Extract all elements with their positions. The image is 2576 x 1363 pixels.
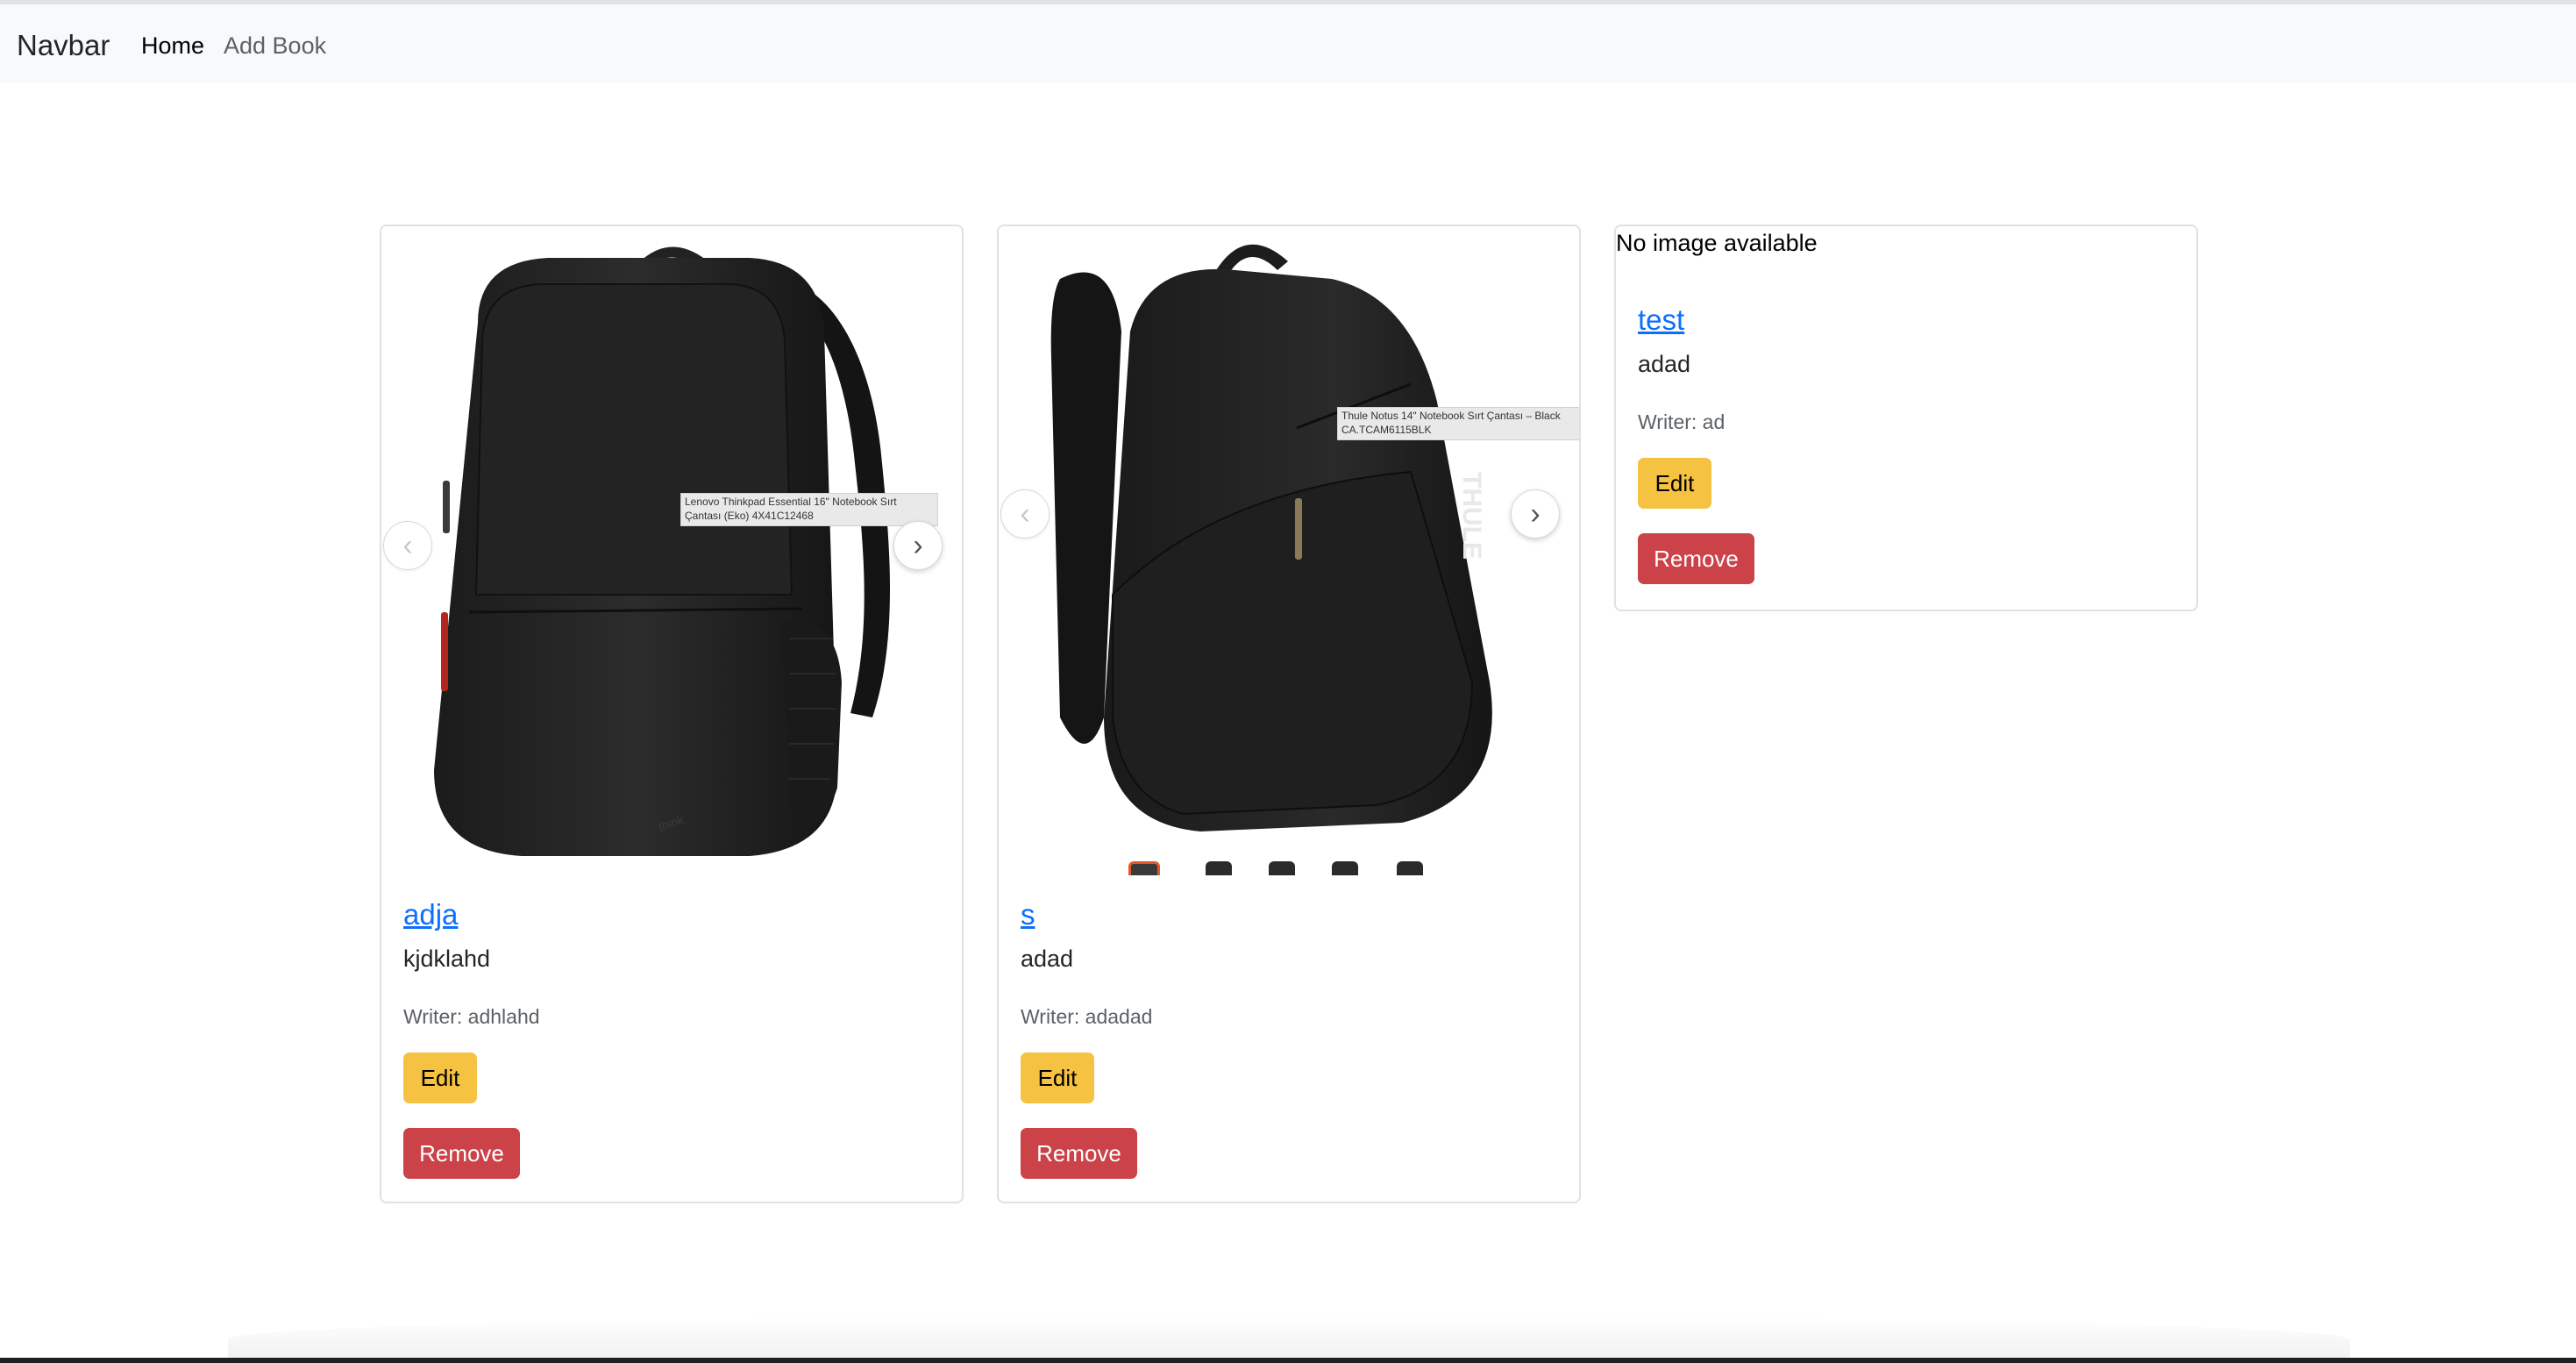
- edit-button[interactable]: Edit: [403, 1053, 477, 1103]
- image-carousel: THULE Thule Notus 14" Notebook Sırt Çant…: [999, 226, 1579, 875]
- remove-button[interactable]: Remove: [1021, 1128, 1137, 1179]
- edit-button[interactable]: Edit: [1638, 458, 1711, 509]
- book-writer: Writer: ad: [1638, 410, 1726, 433]
- book-writer: Writer: adhlahd: [403, 1005, 540, 1028]
- edit-button[interactable]: Edit: [1021, 1053, 1094, 1103]
- remove-button[interactable]: Remove: [403, 1128, 520, 1179]
- book-card: think Lenovo Thinkpad Essential 16" Note…: [380, 225, 964, 1203]
- thumbnail[interactable]: [1332, 861, 1358, 875]
- book-title-link[interactable]: s: [1021, 898, 1035, 931]
- thumbnail[interactable]: [1397, 861, 1423, 875]
- window-bottom-border: [0, 1358, 2576, 1363]
- nav-link-add-book[interactable]: Add Book: [224, 32, 326, 60]
- carousel-thumbnails: [1128, 856, 1462, 875]
- book-title-link[interactable]: test: [1638, 303, 1684, 337]
- nav-link-home[interactable]: Home: [141, 32, 204, 60]
- thumbnail[interactable]: [1128, 861, 1160, 875]
- image-tooltip: Thule Notus 14" Notebook Sırt Çantası – …: [1337, 407, 1579, 440]
- chevron-left-icon: ‹: [402, 528, 413, 562]
- navbar: Navbar Home Add Book: [0, 4, 2576, 83]
- backpack-image: THULE: [1050, 244, 1492, 831]
- carousel-prev-button[interactable]: ‹: [1000, 489, 1050, 539]
- remove-button[interactable]: Remove: [1638, 533, 1754, 584]
- chevron-right-icon: ›: [913, 528, 923, 562]
- thumbnail[interactable]: [1269, 861, 1295, 875]
- navbar-brand[interactable]: Navbar: [17, 29, 110, 62]
- no-image-text: No image available: [1616, 230, 1818, 256]
- book-title-link[interactable]: adja: [403, 898, 458, 931]
- backpack-image: think: [434, 246, 890, 856]
- carousel-prev-button[interactable]: ‹: [383, 521, 432, 570]
- book-description: adad: [1638, 351, 1691, 377]
- book-card: No image available test adad Writer: ad …: [1614, 225, 2198, 611]
- image-tooltip: Lenovo Thinkpad Essential 16" Notebook S…: [680, 493, 938, 526]
- book-writer: Writer: adadad: [1021, 1005, 1153, 1028]
- carousel-next-button[interactable]: ›: [1511, 489, 1560, 539]
- book-card: THULE Thule Notus 14" Notebook Sırt Çant…: [997, 225, 1581, 1203]
- window-shadow: [228, 1316, 2350, 1363]
- carousel-next-button[interactable]: ›: [893, 521, 943, 570]
- book-description: kjdklahd: [403, 946, 491, 972]
- image-carousel: think Lenovo Thinkpad Essential 16" Note…: [381, 226, 962, 875]
- chevron-left-icon: ‹: [1020, 496, 1030, 531]
- thumbnail[interactable]: [1206, 861, 1232, 875]
- chevron-right-icon: ›: [1530, 496, 1541, 531]
- book-description: adad: [1021, 946, 1074, 972]
- svg-text:THULE: THULE: [1457, 472, 1486, 560]
